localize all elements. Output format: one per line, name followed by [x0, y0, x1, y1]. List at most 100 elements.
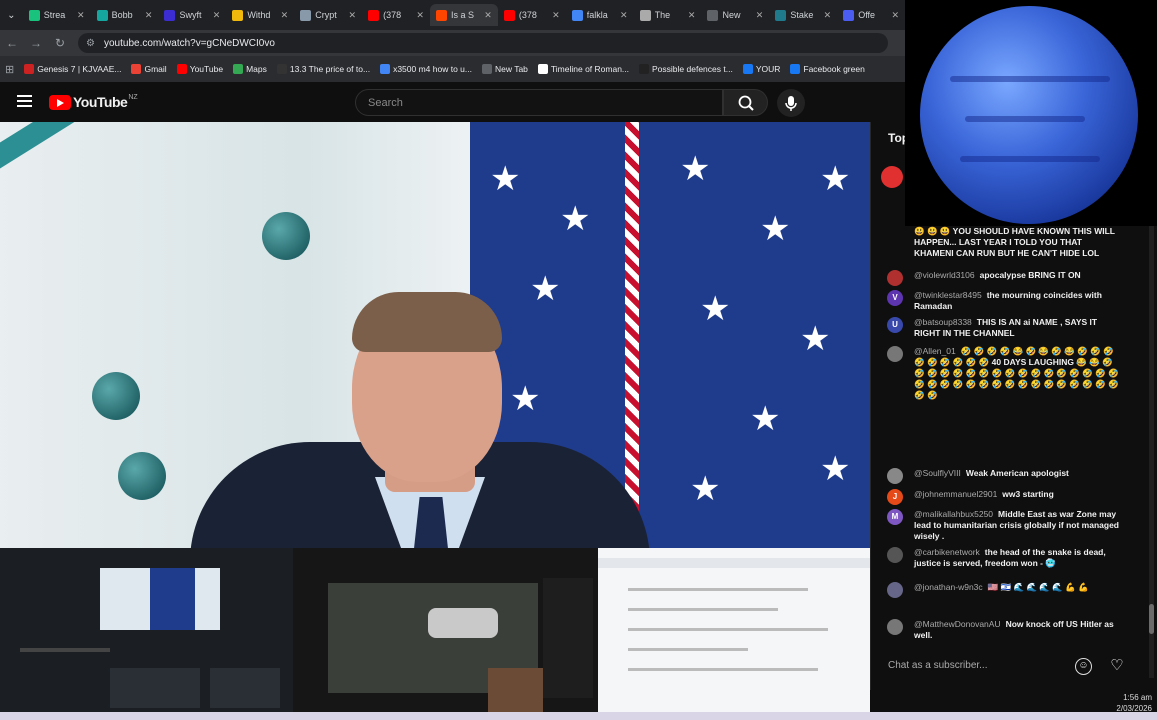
hamburger-icon[interactable]	[17, 95, 32, 107]
chat-author[interactable]: @SoulflyVIII	[914, 468, 961, 478]
reload-icon[interactable]: ↻	[48, 36, 72, 50]
browser-tab[interactable]: (378 ✕	[498, 4, 566, 26]
bookmark-item[interactable]: Facebook green	[785, 64, 869, 74]
avatar[interactable]	[887, 270, 903, 286]
search-input[interactable]: Search	[355, 89, 723, 116]
bookmark-item[interactable]: New Tab	[477, 64, 533, 74]
avatar[interactable]: M	[887, 509, 903, 525]
chat-author[interactable]: @malikallahbux5250	[914, 509, 993, 519]
tab-close-icon[interactable]: ✕	[145, 10, 153, 21]
window-thumbnail[interactable]	[598, 548, 870, 716]
avatar[interactable]	[887, 547, 903, 563]
tab-close-icon[interactable]: ✕	[688, 10, 696, 21]
chat-author[interactable]: @MatthewDonovanAU	[914, 619, 1001, 629]
avatar[interactable]	[887, 468, 903, 484]
bookmark-favicon-icon	[233, 64, 244, 74]
chat-scrollbar[interactable]	[1149, 226, 1154, 678]
browser-tab[interactable]: Crypt ✕	[294, 4, 362, 26]
chat-scrollbar-thumb[interactable]	[1149, 604, 1154, 634]
site-info-icon[interactable]: ⚙	[86, 38, 98, 49]
avatar[interactable]: J	[887, 489, 903, 505]
chat-author[interactable]: @Allen_01	[914, 346, 956, 356]
chat-author[interactable]: @jonathan-w9n3c	[914, 582, 983, 592]
video-player[interactable]: ★ ★ ★ ★ ★ ★ ★ ★ ★ ★ ★ ★	[0, 122, 870, 550]
forward-arrow-icon[interactable]: →	[24, 36, 48, 50]
bookmark-item[interactable]: Maps	[228, 64, 272, 74]
bookmark-item[interactable]: x3500 m4 how to u...	[375, 64, 477, 74]
window-thumbnail[interactable]	[0, 548, 293, 716]
browser-tab[interactable]: Is a S ✕	[429, 4, 498, 26]
tab-close-icon[interactable]: ✕	[824, 10, 832, 21]
avatar[interactable]: V	[887, 290, 903, 306]
bookmark-item[interactable]: 13.3 The price of to...	[272, 64, 375, 74]
tab-close-icon[interactable]: ✕	[552, 10, 560, 21]
flag-pole-rope	[625, 122, 639, 550]
bookmark-favicon-icon	[639, 64, 650, 74]
chat-input[interactable]: Chat as a subscriber...	[888, 654, 1066, 678]
avatar[interactable]: U	[887, 317, 903, 333]
bookmark-label: YouTube	[189, 64, 224, 74]
tab-close-icon[interactable]: ✕	[281, 10, 289, 21]
chat-message: @MatthewDonovanAU Now knock off US Hitler…	[887, 619, 1122, 641]
apps-grid-icon[interactable]: ⊞	[0, 63, 19, 76]
country-code: NZ	[128, 94, 138, 101]
browser-tab[interactable]: falkla ✕	[566, 4, 634, 26]
bookmark-label: Maps	[246, 64, 267, 74]
chat-author[interactable]: @twinklestar8495	[914, 290, 982, 300]
bookmark-item[interactable]: YouTube	[172, 64, 228, 74]
browser-tab[interactable]: New ✕	[701, 4, 769, 26]
browser-tab[interactable]: (378 ✕	[362, 4, 430, 26]
chat-author[interactable]: @johnemmanuel2901	[914, 489, 997, 499]
tab-close-icon[interactable]: ✕	[892, 10, 900, 21]
browser-tab[interactable]: Strea ✕	[23, 4, 91, 26]
chat-author[interactable]: @carbikenetwork	[914, 547, 980, 557]
address-url: youtube.com/watch?v=gCNeDWCI0vo	[104, 37, 275, 49]
browser-tab[interactable]: Swyft ✕	[158, 4, 226, 26]
bookmark-item[interactable]: YOUR	[738, 64, 786, 74]
tab-close-icon[interactable]: ✕	[349, 10, 357, 21]
avatar[interactable]	[887, 619, 903, 635]
tab-search-chevron-icon[interactable]: ⌄	[0, 10, 23, 21]
tab-close-icon[interactable]: ✕	[416, 10, 424, 21]
browser-tab[interactable]: The ✕	[634, 4, 702, 26]
bookmark-item[interactable]: Possible defences t...	[634, 64, 738, 74]
chat-message: J @johnemmanuel2901 ww3 starting	[887, 489, 1122, 505]
bookmark-label: Facebook green	[803, 64, 865, 74]
bookmark-item[interactable]: Gmail	[126, 64, 171, 74]
chat-message-body: @MatthewDonovanAU Now knock off US Hitler…	[914, 619, 1122, 641]
tab-close-icon[interactable]: ✕	[77, 10, 85, 21]
tab-close-icon[interactable]: ✕	[620, 10, 628, 21]
bookmark-item[interactable]: Genesis 7 | KJVAAE...	[19, 64, 126, 74]
bookmark-item[interactable]: Timeline of Roman...	[533, 64, 634, 74]
chat-message: M @malikallahbux5250 Middle East as war Zo…	[887, 509, 1122, 542]
chat-text: 😃 😃 😃 YOU SHOULD HAVE KNOWN THIS WILL HA…	[914, 226, 1115, 258]
planet-overlay	[905, 0, 1157, 226]
youtube-logo[interactable]: YouTube NZ	[49, 94, 138, 110]
voice-search-button[interactable]	[777, 89, 805, 117]
bookmark-favicon-icon	[537, 64, 548, 74]
heart-icon[interactable]: ♡	[1107, 656, 1127, 676]
browser-tab[interactable]: Bobb ✕	[91, 4, 159, 26]
emoji-icon[interactable]: ☺	[1075, 658, 1092, 675]
tab-title: Is a S	[450, 10, 474, 20]
tab-close-icon[interactable]: ✕	[213, 10, 221, 21]
browser-tab[interactable]: Stake ✕	[769, 4, 837, 26]
youtube-play-icon	[49, 94, 71, 110]
tab-close-icon[interactable]: ✕	[756, 10, 764, 21]
avatar[interactable]	[887, 346, 903, 362]
search-button[interactable]	[723, 89, 768, 116]
bookmark-label: YOUR	[755, 64, 781, 74]
browser-tab[interactable]: Offe ✕	[837, 4, 905, 26]
address-bar[interactable]: ⚙ youtube.com/watch?v=gCNeDWCI0vo	[78, 33, 888, 53]
window-thumbnail[interactable]	[293, 548, 598, 716]
back-arrow-icon[interactable]: ←	[0, 36, 24, 50]
avatar[interactable]	[887, 582, 903, 598]
tab-title: falkla	[586, 10, 608, 20]
chat-text: Weak American apologist	[965, 468, 1069, 478]
chat-author[interactable]: @batsoup8338	[914, 317, 972, 327]
taskbar	[0, 712, 1157, 720]
chat-author[interactable]: @violewrld3106	[914, 270, 975, 280]
tab-title: Swyft	[179, 10, 202, 20]
browser-tab[interactable]: Withd ✕	[226, 4, 294, 26]
tab-close-icon[interactable]: ✕	[484, 10, 492, 21]
